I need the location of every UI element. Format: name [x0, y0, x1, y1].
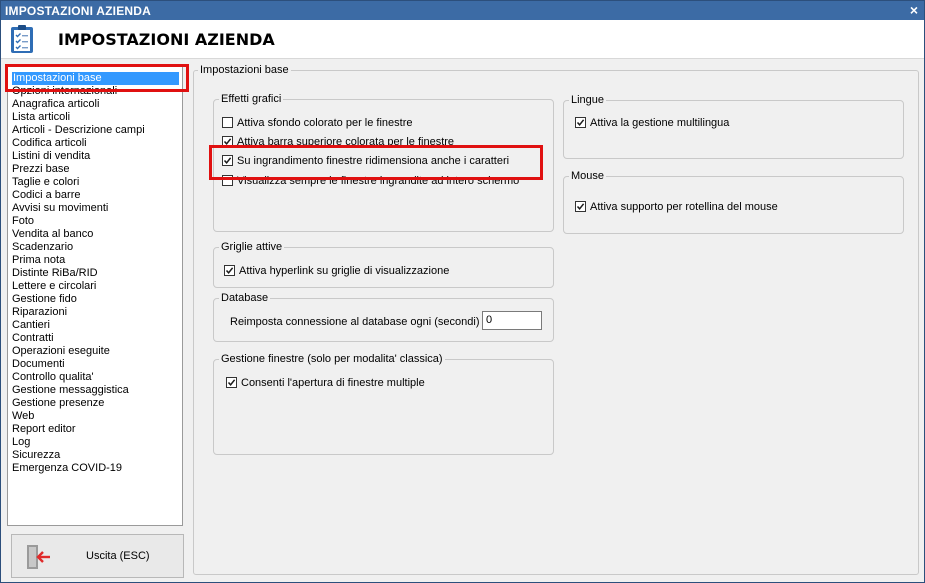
page-title: IMPOSTAZIONI AZIENDA [58, 30, 275, 49]
nav-item[interactable]: Lettere e circolari [12, 280, 96, 293]
checkbox-ridimensiona-caratteri[interactable]: Su ingrandimento finestre ridimensiona a… [222, 155, 509, 168]
nav-item[interactable]: Codici a barre [12, 189, 80, 202]
nav-item[interactable]: Taglie e colori [12, 176, 79, 189]
checkmark-icon [223, 157, 232, 164]
nav-item[interactable]: Listini di vendita [12, 150, 90, 163]
nav-item[interactable]: Operazioni eseguite [12, 345, 110, 358]
checkbox-box[interactable] [226, 377, 237, 388]
group-gestione-title: Gestione finestre (solo per modalita' cl… [219, 353, 445, 365]
nav-item[interactable]: Contratti [12, 332, 54, 345]
exit-button[interactable]: Uscita (ESC) [11, 534, 184, 578]
settings-window: IMPOSTAZIONI AZIENDA × IMPOSTAZIONI AZIE… [0, 0, 925, 583]
checkbox-finestre-multiple[interactable]: Consenti l'apertura di finestre multiple [226, 377, 425, 390]
nav-item[interactable]: Codifica articoli [12, 137, 87, 150]
checkmark-icon [225, 267, 234, 274]
checkmark-icon [227, 379, 236, 386]
group-effetti-title: Effetti grafici [219, 93, 284, 105]
nav-item[interactable]: Report editor [12, 423, 76, 436]
checkbox-rotellina-mouse[interactable]: Attiva supporto per rotellina del mouse [575, 201, 778, 214]
group-griglie-title: Griglie attive [219, 241, 285, 253]
checkmark-icon [576, 119, 585, 126]
nav-item[interactable]: Anagrafica articoli [12, 98, 99, 111]
checkbox-box[interactable] [575, 117, 586, 128]
checkbox-label: Visualizza sempre le finestre ingrandite… [237, 175, 520, 187]
nav-item[interactable]: Gestione fido [12, 293, 77, 306]
nav-item[interactable]: Web [12, 410, 34, 423]
clipboard-checklist-icon [11, 25, 33, 53]
checkbox-intero-schermo[interactable]: Visualizza sempre le finestre ingrandite… [222, 175, 519, 188]
nav-item[interactable]: Impostazioni base [12, 72, 179, 85]
nav-item[interactable]: Prezzi base [12, 163, 69, 176]
nav-item[interactable]: Gestione messaggistica [12, 384, 129, 397]
checkbox-box[interactable] [222, 136, 233, 147]
nav-item[interactable]: Prima nota [12, 254, 65, 267]
panel-title: Impostazioni base [198, 64, 291, 76]
checkbox-box[interactable] [222, 175, 233, 186]
nav-item[interactable]: Foto [12, 215, 34, 228]
checkbox-box[interactable] [222, 155, 233, 166]
nav-item[interactable]: Emergenza COVID-19 [12, 462, 122, 475]
checkbox-box[interactable] [224, 265, 235, 276]
group-database-title: Database [219, 292, 271, 304]
nav-item[interactable]: Controllo qualita' [12, 371, 94, 384]
nav-item[interactable]: Documenti [12, 358, 65, 371]
database-reconnect-seconds-input[interactable]: 0 [482, 311, 542, 330]
close-icon[interactable]: × [910, 2, 918, 18]
checkbox-label: Attiva hyperlink su griglie di visualizz… [239, 265, 450, 277]
database-reconnect-label: Reimposta connessione al database ogni (… [230, 316, 486, 328]
nav-item[interactable]: Distinte RiBa/RID [12, 267, 98, 280]
nav-item[interactable]: Vendita al banco [12, 228, 93, 241]
exit-door-icon [27, 545, 50, 569]
checkmark-icon [223, 138, 232, 145]
page-header: IMPOSTAZIONI AZIENDA [1, 20, 924, 59]
nav-item[interactable]: Opzioni internazionali [12, 85, 117, 98]
nav-item[interactable]: Avvisi su movimenti [12, 202, 108, 215]
nav-item[interactable]: Sicurezza [12, 449, 60, 462]
nav-item[interactable]: Log [12, 436, 30, 449]
checkmark-icon [576, 203, 585, 210]
nav-item[interactable]: Articoli - Descrizione campi [12, 124, 145, 137]
checkbox-box[interactable] [575, 201, 586, 212]
group-gestione-finestre [213, 359, 554, 455]
checkbox-box[interactable] [222, 117, 233, 128]
nav-item[interactable]: Scadenzario [12, 241, 73, 254]
title-bar: IMPOSTAZIONI AZIENDA × [1, 1, 924, 20]
nav-item[interactable]: Lista articoli [12, 111, 70, 124]
checkbox-sfondo-colorato[interactable]: Attiva sfondo colorato per le finestre [222, 117, 412, 130]
nav-item[interactable]: Cantieri [12, 319, 50, 332]
group-mouse-title: Mouse [569, 170, 607, 182]
nav-item[interactable]: Riparazioni [12, 306, 67, 319]
nav-item[interactable]: Gestione presenze [12, 397, 104, 410]
checkbox-label: Attiva la gestione multilingua [590, 117, 730, 129]
window-title: IMPOSTAZIONI AZIENDA [5, 4, 151, 18]
checkbox-label: Su ingrandimento finestre ridimensiona a… [237, 155, 510, 167]
checkbox-multilingua[interactable]: Attiva la gestione multilingua [575, 117, 729, 130]
group-lingue-title: Lingue [569, 94, 607, 106]
checkbox-label: Attiva sfondo colorato per le finestre [237, 117, 413, 129]
checkbox-barra-superiore[interactable]: Attiva barra superiore colorata per le f… [222, 136, 454, 149]
settings-nav-list[interactable]: Impostazioni base Opzioni internazionali A… [7, 66, 183, 526]
checkbox-label: Attiva supporto per rotellina del mouse [590, 201, 778, 213]
checkbox-label: Consenti l'apertura di finestre multiple [241, 377, 425, 389]
checkbox-hyperlink-griglie[interactable]: Attiva hyperlink su griglie di visualizz… [224, 265, 449, 278]
checkbox-label: Attiva barra superiore colorata per le f… [237, 136, 455, 148]
exit-button-label: Uscita (ESC) [86, 550, 150, 562]
